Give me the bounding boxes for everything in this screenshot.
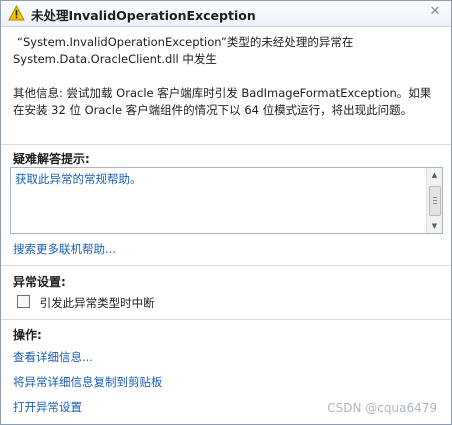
divider bbox=[1, 265, 451, 266]
break-on-exception-label[interactable]: 引发此异常类型时中断 bbox=[40, 296, 155, 310]
dialog-title: 未处理InvalidOperationException bbox=[31, 8, 256, 23]
additional-info: 其他信息: 尝试加载 Oracle 客户端库时引发 BadImageFormat… bbox=[13, 86, 432, 117]
search-online-help-link[interactable]: 搜索更多联机帮助... bbox=[13, 241, 116, 257]
grip-line bbox=[433, 197, 437, 198]
grip-line bbox=[433, 200, 437, 201]
warning-icon bbox=[8, 5, 25, 21]
close-button[interactable]: ✕ bbox=[427, 4, 443, 20]
exception-message-line2: System.Data.OracleClient.dll 中发生 bbox=[13, 52, 217, 66]
break-on-exception-checkbox[interactable] bbox=[17, 295, 30, 308]
scroll-up-icon[interactable]: ▲ bbox=[427, 168, 442, 182]
exception-message: “System.InvalidOperationException”类型的未经处… bbox=[13, 34, 443, 68]
break-on-exception-option[interactable]: 引发此异常类型时中断 bbox=[17, 295, 155, 311]
actions-label: 操作: bbox=[13, 328, 42, 342]
title-bar: 未处理InvalidOperationException ✕ bbox=[1, 1, 451, 27]
view-details-link[interactable]: 查看详细信息... bbox=[13, 349, 93, 365]
open-exception-settings-link[interactable]: 打开异常设置 bbox=[13, 399, 82, 415]
tips-scrollbar[interactable]: ▲ ▼ bbox=[426, 168, 442, 233]
exception-settings-label: 异常设置: bbox=[13, 275, 66, 289]
scroll-thumb[interactable] bbox=[429, 186, 441, 216]
divider bbox=[1, 319, 451, 320]
tip-general-help-link[interactable]: 获取此异常的常规帮助。 bbox=[15, 171, 142, 187]
divider bbox=[1, 144, 451, 145]
troubleshooting-label: 疑难解答提示: bbox=[13, 152, 90, 166]
scroll-down-icon[interactable]: ▼ bbox=[427, 219, 442, 233]
copy-details-link[interactable]: 将异常详细信息复制到剪贴板 bbox=[13, 374, 163, 390]
exception-message-line1: “System.InvalidOperationException”类型的未经处… bbox=[17, 35, 354, 49]
grip-line bbox=[433, 203, 437, 204]
troubleshooting-tips-list[interactable]: 获取此异常的常规帮助。 ▲ ▼ bbox=[10, 167, 443, 234]
watermark: CSDN @cqua6479 bbox=[327, 401, 437, 415]
exception-helper-dialog: 未处理InvalidOperationException ✕ “System.I… bbox=[0, 0, 452, 425]
close-icon: ✕ bbox=[429, 4, 441, 19]
